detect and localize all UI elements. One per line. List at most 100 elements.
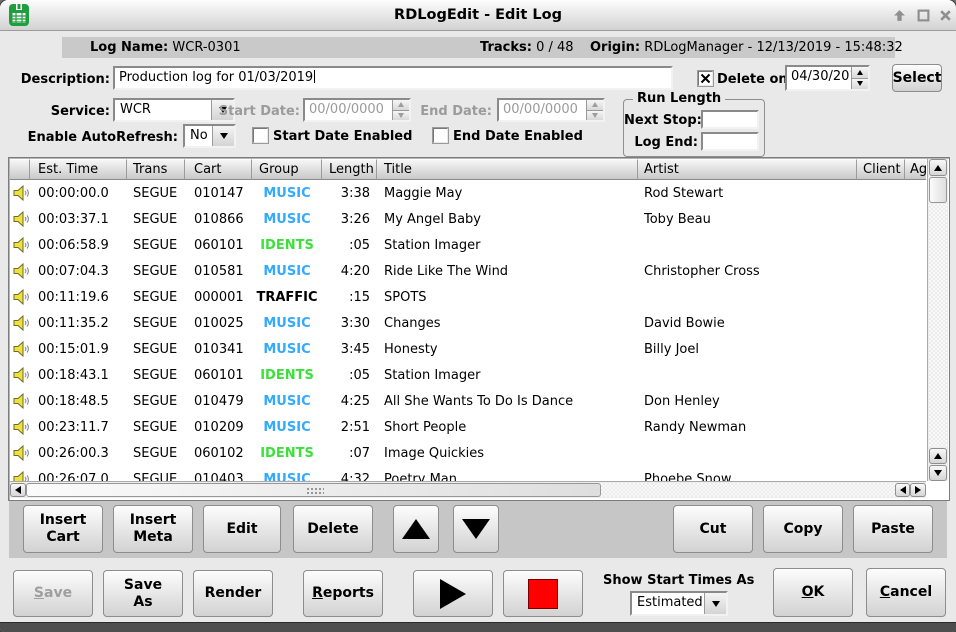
scrollbar-grip: [306, 487, 324, 496]
cell-group: MUSIC: [252, 420, 322, 435]
log-info-bar: Log Name: WCR-0301 Tracks: 0 / 48 Origin…: [62, 37, 895, 58]
window-bottom-edge: [0, 622, 956, 632]
cell-est-time: 00:06:58.9: [30, 238, 127, 253]
end-date-enabled-checkbox[interactable]: [433, 128, 448, 143]
speaker-icon: [10, 419, 30, 435]
table-row[interactable]: 00:11:19.6 SEGUE 000001 TRAFFIC :15 SPOT…: [10, 284, 926, 310]
cell-group: MUSIC: [252, 316, 322, 331]
log-table: Est. TimeTransCartGroupLengthTitleArtist…: [8, 157, 950, 501]
edit-button[interactable]: Edit: [203, 505, 281, 553]
cell-artist: Don Henley: [638, 394, 857, 409]
select-date-button[interactable]: Select: [892, 64, 942, 92]
column-header-client[interactable]: Client: [857, 159, 905, 180]
log-origin: Origin: RDLogManager - 12/13/2019 - 15:4…: [590, 37, 903, 58]
arrow-up-icon: [402, 519, 430, 539]
column-header-length[interactable]: Length: [322, 159, 377, 180]
scroll-left-icon[interactable]: [10, 483, 26, 497]
move-up-button[interactable]: [393, 505, 439, 553]
reports-button[interactable]: Reports: [303, 570, 383, 617]
copy-button[interactable]: Copy: [763, 505, 843, 553]
save-button[interactable]: Save: [13, 570, 93, 617]
column-header-cart[interactable]: Cart: [185, 159, 252, 180]
speaker-icon: [10, 289, 30, 305]
table-row[interactable]: 00:23:11.7 SEGUE 010209 MUSIC 2:51 Short…: [10, 414, 926, 440]
close-window-icon[interactable]: [938, 8, 953, 23]
table-row[interactable]: 00:03:37.1 SEGUE 010866 MUSIC 3:26 My An…: [10, 206, 926, 232]
play-icon: [440, 579, 466, 609]
save-as-button[interactable]: Save As: [103, 570, 183, 617]
cell-est-time: 00:07:04.3: [30, 264, 127, 279]
column-header-est[interactable]: Est. Time: [30, 159, 127, 180]
speaker-icon: [10, 471, 30, 481]
horizontal-scrollbar[interactable]: [10, 481, 926, 498]
maximize-window-icon[interactable]: [916, 8, 931, 23]
autorefresh-combobox[interactable]: No: [183, 124, 236, 148]
delete-on-checkbox[interactable]: [698, 71, 713, 86]
date-spin-down[interactable]: [852, 78, 868, 90]
vertical-scrollbar-track[interactable]: [929, 204, 947, 447]
insert-meta-button[interactable]: Insert Meta: [113, 505, 193, 553]
date-spin-up[interactable]: [852, 67, 868, 78]
move-down-button[interactable]: [453, 505, 499, 553]
title-bar[interactable]: RDLogEdit - Edit Log: [0, 0, 956, 31]
cut-button[interactable]: Cut: [673, 505, 753, 553]
table-row[interactable]: 00:00:00.0 SEGUE 010147 MUSIC 3:38 Maggi…: [10, 180, 926, 206]
scroll-right-icon[interactable]: [910, 483, 926, 497]
cell-artist: Phoebe Snow: [638, 472, 857, 482]
scroll-up-icon[interactable]: [929, 159, 947, 176]
start-date-enabled-checkbox[interactable]: [253, 128, 268, 143]
insert-cart-button[interactable]: Insert Cart: [23, 505, 103, 553]
play-button[interactable]: [413, 570, 493, 617]
column-header-trans[interactable]: Trans: [127, 159, 185, 180]
paste-button[interactable]: Paste: [853, 505, 933, 553]
scroll-left-icon[interactable]: [895, 483, 910, 497]
table-row[interactable]: 00:26:07.0 SEGUE 010403 MUSIC 4:32 Poetr…: [10, 466, 926, 481]
cell-title: Ride Like The Wind: [377, 264, 638, 279]
table-row[interactable]: 00:18:48.5 SEGUE 010479 MUSIC 4:25 All S…: [10, 388, 926, 414]
table-row[interactable]: 00:06:58.9 SEGUE 060101 IDENTS :05 Stati…: [10, 232, 926, 258]
cell-length: 4:25: [322, 394, 377, 409]
column-header-artist[interactable]: Artist: [638, 159, 857, 180]
scroll-up-icon[interactable]: [929, 448, 947, 464]
cell-trans: SEGUE: [127, 342, 185, 357]
render-button[interactable]: Render: [193, 570, 273, 617]
description-label: Description:: [0, 71, 110, 89]
column-header-age[interactable]: Agency: [905, 159, 926, 180]
table-row[interactable]: 00:07:04.3 SEGUE 010581 MUSIC 4:20 Ride …: [10, 258, 926, 284]
column-header-title[interactable]: Title: [377, 159, 638, 180]
cell-title: Poetry Man: [377, 472, 638, 482]
speaker-icon: [10, 315, 30, 331]
rdlogedit-window: RDLogEdit - Edit Log Log Name: WCR-0301 …: [0, 0, 956, 632]
shade-window-icon[interactable]: [892, 8, 907, 23]
horizontal-scrollbar-track[interactable]: [601, 483, 895, 497]
table-row[interactable]: 00:26:00.3 SEGUE 060102 IDENTS :07 Image…: [10, 440, 926, 466]
cell-est-time: 00:26:07.0: [30, 472, 127, 482]
description-input[interactable]: Production log for 01/03/2019: [113, 66, 673, 90]
cell-length: 2:51: [322, 420, 377, 435]
scroll-down-icon[interactable]: [929, 465, 947, 481]
show-start-times-combobox[interactable]: Estimated: [630, 591, 728, 616]
log-name: Log Name: WCR-0301: [90, 37, 241, 58]
cell-cart: 060101: [185, 238, 252, 253]
cell-cart: 010341: [185, 342, 252, 357]
cell-cart: 010479: [185, 394, 252, 409]
horizontal-scrollbar-thumb[interactable]: [26, 483, 601, 497]
column-header-icon[interactable]: [10, 159, 30, 180]
cell-group: MUSIC: [252, 394, 322, 409]
delete-on-label: Delete on: [717, 71, 788, 89]
vertical-scrollbar[interactable]: [927, 159, 948, 481]
cancel-button[interactable]: Cancel: [866, 568, 946, 617]
stop-button[interactable]: [503, 570, 583, 617]
column-header-group[interactable]: Group: [252, 159, 322, 180]
ok-button[interactable]: OK: [773, 568, 853, 617]
table-row[interactable]: 00:18:43.1 SEGUE 060101 IDENTS :05 Stati…: [10, 362, 926, 388]
cell-trans: SEGUE: [127, 238, 185, 253]
cell-cart: 060102: [185, 446, 252, 461]
cell-length: :05: [322, 238, 377, 253]
delete-date-spinbox[interactable]: 04/30/2019: [785, 65, 870, 91]
delete-button[interactable]: Delete: [293, 505, 373, 553]
cell-title: Image Quickies: [377, 446, 638, 461]
table-row[interactable]: 00:15:01.9 SEGUE 010341 MUSIC 3:45 Hones…: [10, 336, 926, 362]
table-row[interactable]: 00:11:35.2 SEGUE 010025 MUSIC 3:30 Chang…: [10, 310, 926, 336]
vertical-scrollbar-thumb[interactable]: [929, 177, 947, 203]
